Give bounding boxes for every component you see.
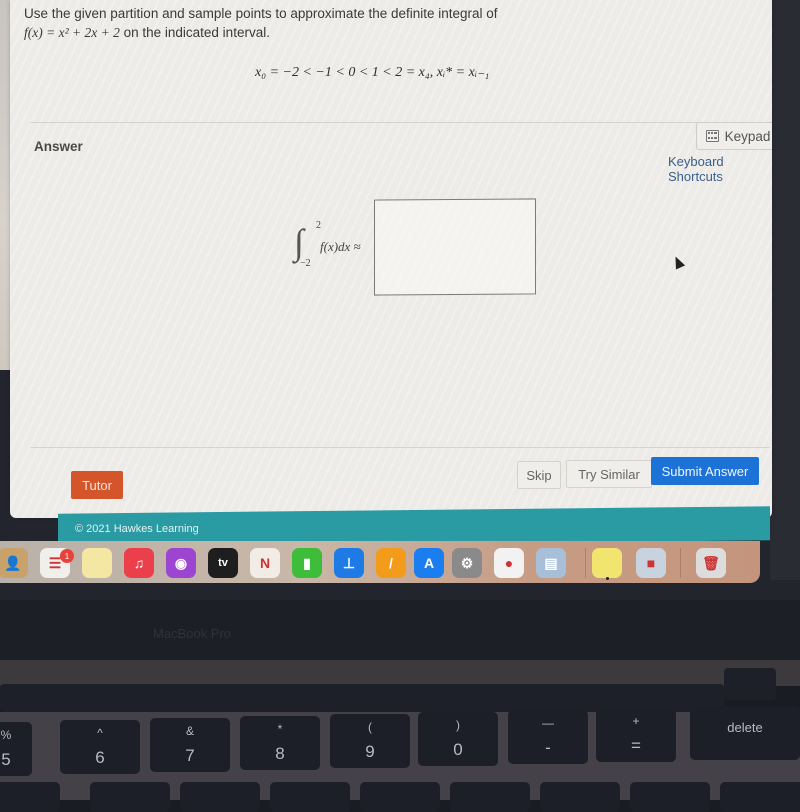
key-9[interactable]: (9 [330, 714, 410, 768]
keyboard-key[interactable] [630, 782, 710, 812]
integral-sign: ∫ [294, 222, 304, 262]
key-shift-label: ^ [97, 726, 103, 740]
key-5[interactable]: % 5 [0, 722, 32, 776]
prompt-line-2-rest: on the indicated interval. [119, 25, 270, 40]
key-label: 9 [365, 742, 375, 761]
key-shift-label: — [542, 716, 554, 730]
keypad-button[interactable]: Keypad [696, 122, 772, 150]
key-label: delete [727, 720, 763, 735]
partition-formula: x₀ = −2 < −1 < 0 < 1 < 2 = x₄, xᵢ* = xᵢ₋… [255, 65, 490, 80]
prompt-line-1: Use the given partition and sample point… [24, 6, 498, 21]
key-label: 8 [275, 744, 285, 763]
keyboard-key[interactable] [720, 782, 800, 812]
keypad-label: Keypad [724, 128, 771, 144]
key-label: 5 [1, 750, 11, 769]
key-8[interactable]: * 8 [240, 716, 320, 770]
integrand: f(x)dx ≈ [320, 239, 361, 254]
key-label: - [545, 738, 551, 757]
key-label: 6 [95, 748, 105, 767]
macbook-label: MacBook Pro [153, 626, 232, 641]
dock-podcasts-icon[interactable]: ◉ [166, 548, 196, 578]
section-divider [30, 122, 770, 123]
key-shift-label: * [277, 722, 283, 736]
running-indicator [606, 577, 609, 580]
keyboard-key[interactable] [540, 782, 620, 812]
dock-preview-icon[interactable]: ▤ [536, 548, 566, 578]
key-7[interactable]: & 7 [150, 718, 230, 772]
integral-upper-limit: 2 [316, 220, 321, 231]
laptop-bezel [0, 600, 800, 660]
keyboard-key[interactable] [180, 782, 260, 812]
keyboard-key[interactable] [90, 782, 170, 812]
key-shift-label: ) [456, 718, 460, 732]
keyboard-key[interactable] [450, 782, 530, 812]
dock-roblox-icon[interactable]: ■ [636, 548, 666, 578]
key-shift-label: % [0, 728, 12, 742]
laptop-hinge [0, 660, 800, 686]
key-6[interactable]: ^ 6 [60, 720, 140, 774]
dock-keynote-icon[interactable]: ⊥ [334, 548, 364, 578]
answer-heading: Answer [34, 139, 83, 154]
answer-input[interactable] [374, 198, 536, 296]
calculator-icon [705, 130, 719, 142]
copyright-text: © 2021 Hawkes Learning [75, 523, 199, 535]
dock-notes-icon[interactable] [82, 548, 112, 578]
dock-app-store-icon[interactable]: A [414, 548, 444, 578]
dock-trash-icon[interactable]: 🗑 [696, 548, 726, 578]
integral-expression: ∫ 2 −2 f(x)dx ≈ [288, 220, 388, 272]
key-=[interactable]: + = [596, 708, 676, 762]
dock-stickies-icon[interactable] [592, 548, 622, 578]
dock-separator [585, 548, 586, 578]
question-prompt: Use the given partition and sample point… [24, 4, 498, 42]
notification-badge: 1 [60, 549, 74, 563]
tutor-button[interactable]: Tutor [71, 471, 123, 499]
skip-button[interactable]: Skip [517, 461, 561, 489]
keyboard-key[interactable] [0, 782, 60, 812]
try-similar-button[interactable]: Try Similar [566, 460, 652, 488]
action-divider [30, 447, 770, 448]
dock-separator [680, 548, 681, 578]
dock-news-icon[interactable]: N [250, 548, 280, 578]
dock-numbers-icon[interactable]: ▮ [292, 548, 322, 578]
key-shift-label: ( [368, 720, 372, 734]
dock-system-preferences-icon[interactable]: ⚙ [452, 548, 482, 578]
keyboard-key[interactable] [360, 782, 440, 812]
dock-pages-icon[interactable]: / [376, 548, 406, 578]
screen-edge [770, 0, 800, 580]
keyboard-key[interactable] [270, 782, 350, 812]
dock-apple-tv-icon[interactable]: tv [208, 548, 238, 578]
key-delete[interactable]: delete [690, 706, 800, 760]
function-definition: f(x) = x² + 2x + 2 [24, 25, 120, 40]
dock-chrome-icon[interactable]: ● [494, 548, 524, 578]
prompt-line-2: f(x) = x² + 2x + 2 on the indicated inte… [24, 23, 498, 42]
key-shift-label: & [185, 724, 194, 738]
key-label: 0 [453, 740, 463, 759]
key-label: = [631, 736, 641, 755]
dock-music-icon[interactable]: ♫ [124, 548, 154, 578]
submit-answer-button[interactable]: Submit Answer [651, 457, 759, 485]
key-label: 7 [185, 746, 195, 765]
key-0[interactable]: ) 0 [418, 712, 498, 766]
key-shift-label: + [632, 714, 640, 728]
integral-lower-limit: −2 [300, 258, 311, 269]
keyboard-shortcuts-link[interactable]: Keyboard Shortcuts [668, 154, 772, 184]
key--[interactable]: — - [508, 710, 588, 764]
dock-contacts-icon[interactable]: 👤 [0, 548, 28, 578]
screen: Use the given partition and sample point… [0, 0, 800, 600]
question-card: Use the given partition and sample point… [10, 0, 772, 518]
touch-id-key[interactable] [724, 668, 776, 700]
